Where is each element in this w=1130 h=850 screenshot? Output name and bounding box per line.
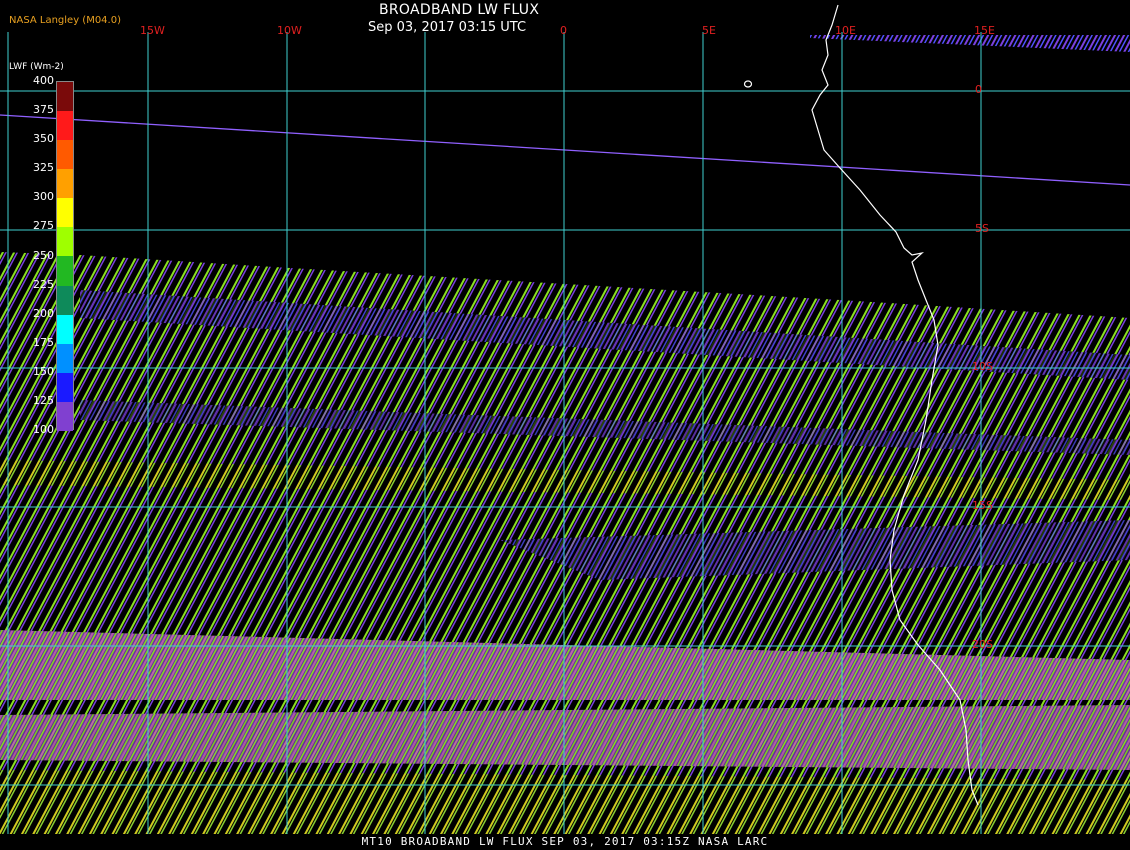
lon-label-15w: 15W [140,24,165,37]
lon-label-10e: 10E [835,24,856,37]
colorbar-swatch [57,227,73,257]
map-canvas [0,4,1130,835]
org-label: NASA Langley (M04.0) [9,15,121,26]
colorbar-swatch [57,198,73,228]
colorbar-swatch [57,169,73,199]
colorbar [56,81,74,431]
colorbar-tick-label: 100 [33,423,54,436]
lat-label-20s: 20S [972,638,993,651]
swath-top-right [810,35,1130,52]
lat-label-10s: 10S [972,360,993,373]
colorbar-swatch [57,82,73,112]
colorbar-tick-label: 400 [33,74,54,87]
colorbar-tick-label: 200 [33,306,54,320]
legend-title: LWF (Wm-2) [9,62,64,72]
colorbar-tick-label: 375 [33,103,54,117]
timestamp-subtitle: Sep 03, 2017 03:15 UTC [368,20,527,35]
colorbar-tick-label: 325 [33,161,54,175]
colorbar-tick-label: 225 [33,277,54,291]
colorbar-swatch [57,343,73,373]
colorbar-swatch [57,372,73,402]
lat-label-0: 0 [975,83,982,96]
colorbar-tick-label: 300 [33,190,54,204]
lon-label-0: 0 [560,24,567,37]
colorbar-tick-label: 150 [33,364,54,378]
lat-label-5s: 5S [975,222,989,235]
colorbar-swatch [57,111,73,141]
colorbar-tick-label: 350 [33,132,54,146]
footer-caption: MT10 BROADBAND LW FLUX SEP 03, 2017 03:1… [0,834,1130,850]
bioko-island [743,80,753,88]
colorbar-swatch [57,401,73,431]
lon-label-15e: 15E [974,24,995,37]
swath-band-6 [0,705,1130,770]
colorbar-swatch [57,314,73,344]
colorbar-swatch [57,256,73,286]
lon-label-5e: 5E [702,24,716,37]
lon-label-10w: 10W [277,24,302,37]
satellite-map-view: NASA Langley (M04.0) BROADBAND LW FLUX S… [0,0,1130,850]
colorbar-tick-label: 175 [33,335,54,349]
colorbar-swatch [57,285,73,315]
swath-bands [0,35,1130,835]
lat-label-15s: 15S [972,499,993,512]
swath-band-7 [0,770,1130,835]
orbit-track-line [0,114,1130,186]
colorbar-tick-label: 125 [33,393,54,407]
product-title: BROADBAND LW FLUX [379,2,540,18]
colorbar-tick-label: 250 [33,248,54,262]
colorbar-swatch [57,140,73,170]
colorbar-tick-label: 275 [33,219,54,233]
